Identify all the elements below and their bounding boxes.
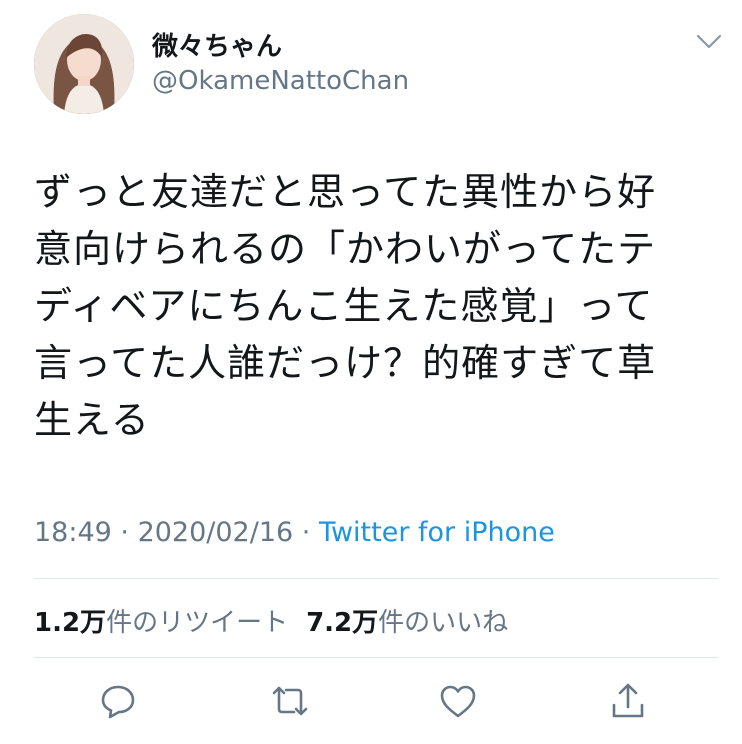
tweet-line: ディベアにちんこ生えた感覚」って xyxy=(34,284,654,328)
retweets-label: 件のリツイート xyxy=(106,608,289,638)
tweet-text: ずっと友達だと思ってた異性から好 意向けられるの「かわいがってたテ ディベアにち… xyxy=(34,164,714,449)
tweet-date[interactable]: 2020/02/16 xyxy=(138,517,294,548)
tweet-source-link[interactable]: Twitter for iPhone xyxy=(319,517,555,548)
meta-separator: · xyxy=(111,517,138,548)
heart-icon[interactable] xyxy=(438,681,478,721)
likes-label: 件のいいね xyxy=(378,608,509,638)
retweets-stat[interactable]: 1.2万件のリツイート xyxy=(34,608,288,638)
tweet-line: 生える xyxy=(34,398,150,442)
retweets-count: 1.2万 xyxy=(34,608,107,638)
tweet-line: 言ってた人誰だっけ？的確すぎて草 xyxy=(34,341,657,385)
avatar-photo xyxy=(34,14,134,114)
tweet-meta: 18:49 · 2020/02/16 · Twitter for iPhone xyxy=(34,517,555,548)
display-name[interactable]: 微々ちゃん xyxy=(152,26,282,63)
tweet-line: ずっと友達だと思ってた異性から好 xyxy=(34,170,657,214)
tweet-stats: 1.2万件のリツイート 7.2万件のいいね xyxy=(34,602,508,639)
likes-stat[interactable]: 7.2万件のいいね xyxy=(306,608,508,638)
avatar[interactable] xyxy=(34,14,134,114)
reply-icon[interactable] xyxy=(98,681,138,721)
divider xyxy=(34,657,718,658)
likes-count: 7.2万 xyxy=(306,608,379,638)
divider xyxy=(34,578,718,579)
user-handle[interactable]: @OkameNattoChan xyxy=(152,66,409,96)
share-icon[interactable] xyxy=(608,681,648,721)
meta-separator: · xyxy=(293,517,319,548)
tweet-line: 意向けられるの「かわいがってたテ xyxy=(34,227,657,271)
chevron-down-icon[interactable] xyxy=(694,30,724,54)
tweet-time: 18:49 xyxy=(34,517,112,548)
retweet-icon[interactable] xyxy=(270,681,310,721)
